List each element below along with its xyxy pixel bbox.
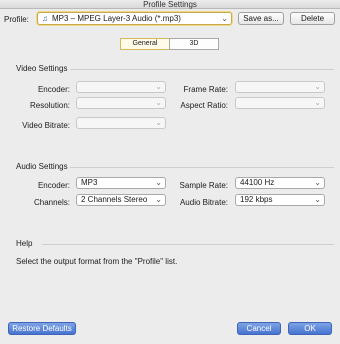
chevron-down-icon: ⌄ <box>221 14 228 23</box>
tab-general[interactable]: General <box>120 38 170 50</box>
video-encoder-label: Encoder: <box>37 85 70 94</box>
save-as-button[interactable]: Save as... <box>238 12 284 25</box>
audio-encoder-value: MP3 <box>81 178 98 187</box>
video-settings-title: Video Settings <box>16 64 68 73</box>
profile-select[interactable]: ♫ MP3 – MPEG Layer-3 Audio (*.mp3) ⌄ <box>37 12 232 25</box>
video-bitrate-select[interactable]: ⌄ <box>76 117 166 129</box>
chevron-down-icon: ⌄ <box>314 82 321 91</box>
ok-button[interactable]: OK <box>288 322 332 335</box>
audio-bitrate-label: Audio Bitrate: <box>179 198 228 207</box>
delete-button[interactable]: Delete <box>290 12 335 25</box>
sample-rate-value: 44100 Hz <box>240 178 275 187</box>
help-text: Select the output format from the "Profi… <box>16 257 178 266</box>
video-settings-divider <box>70 69 334 70</box>
restore-defaults-button[interactable]: Restore Defaults <box>8 322 76 335</box>
profile-label: Profile: <box>4 15 29 24</box>
video-bitrate-label: Video Bitrate: <box>22 121 70 130</box>
audio-bitrate-value: 192 kbps <box>240 195 273 204</box>
sample-rate-label: Sample Rate: <box>179 181 228 190</box>
tab-3d[interactable]: 3D <box>169 38 219 50</box>
sample-rate-select[interactable]: 44100 Hz ⌄ <box>235 177 325 189</box>
window-title: Profile Settings <box>143 0 197 9</box>
video-encoder-select[interactable]: ⌄ <box>76 81 166 93</box>
profile-settings-window: Profile Settings Profile: ♫ MP3 – MPEG L… <box>0 0 340 344</box>
channels-value: 2 Channels Stereo <box>81 195 148 204</box>
chevron-down-icon: ⌄ <box>314 98 321 107</box>
cancel-button[interactable]: Cancel <box>237 322 281 335</box>
aspect-ratio-label: Aspect Ratio: <box>180 101 228 110</box>
audio-encoder-label: Encoder: <box>37 181 70 190</box>
aspect-ratio-select[interactable]: ⌄ <box>235 97 325 109</box>
audio-bitrate-select[interactable]: 192 kbps ⌄ <box>235 194 325 206</box>
audio-settings-divider <box>70 167 334 168</box>
help-divider <box>42 244 334 245</box>
audio-format-icon: ♫ <box>42 14 48 23</box>
audio-settings-title: Audio Settings <box>16 162 68 171</box>
frame-rate-select[interactable]: ⌄ <box>235 81 325 93</box>
chevron-down-icon: ⌄ <box>155 195 162 204</box>
chevron-down-icon: ⌄ <box>155 118 162 127</box>
frame-rate-label: Frame Rate: <box>183 85 228 94</box>
profile-value: MP3 – MPEG Layer-3 Audio (*.mp3) <box>52 14 181 23</box>
channels-label: Channels: <box>33 198 70 207</box>
help-title: Help <box>16 239 33 248</box>
chevron-down-icon: ⌄ <box>155 82 162 91</box>
channels-select[interactable]: 2 Channels Stereo ⌄ <box>76 194 166 206</box>
chevron-down-icon: ⌄ <box>314 178 321 187</box>
chevron-down-icon: ⌄ <box>314 195 321 204</box>
audio-encoder-select[interactable]: MP3 ⌄ <box>76 177 166 189</box>
chevron-down-icon: ⌄ <box>155 98 162 107</box>
title-bar[interactable]: Profile Settings <box>0 0 340 9</box>
resolution-select[interactable]: ⌄ <box>76 97 166 109</box>
chevron-down-icon: ⌄ <box>155 178 162 187</box>
resolution-label: Resolution: <box>29 101 70 110</box>
